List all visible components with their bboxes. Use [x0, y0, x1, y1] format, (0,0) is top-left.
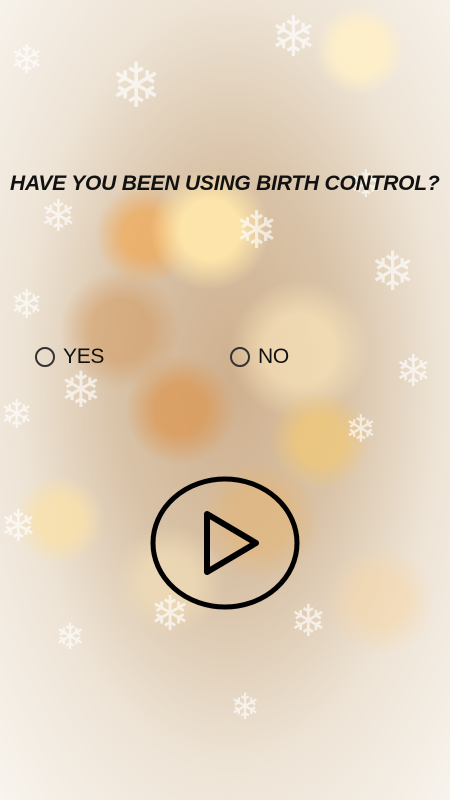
snowflake-icon: ❄	[10, 282, 44, 328]
snowflake-icon: ❄	[60, 361, 102, 419]
snowflake-icon: ❄	[270, 5, 317, 70]
option-no-label: NO	[258, 345, 289, 368]
snowflake-icon: ❄	[110, 49, 162, 122]
radio-yes[interactable]	[35, 347, 55, 367]
snowflake-icon: ❄	[230, 687, 261, 728]
radio-no[interactable]	[230, 347, 250, 367]
option-yes-label: YES	[63, 345, 105, 368]
snowflake-icon: ❄	[345, 407, 377, 451]
snowflake-icon: ❄	[40, 191, 77, 242]
snowflake-icon: ❄	[0, 501, 37, 552]
snowflake-icon: ❄	[370, 240, 416, 303]
option-no[interactable]: NO	[230, 345, 289, 369]
option-yes[interactable]: YES	[35, 345, 104, 369]
snowflake-icon: ❄	[235, 201, 279, 261]
snowflake-icon: ❄	[395, 346, 432, 397]
play-icon	[150, 476, 300, 610]
question-title: HAVE YOU BEEN USING BIRTH CONTROL?	[10, 172, 440, 195]
snowflake-icon: ❄	[10, 37, 44, 83]
snowflake-icon: ❄	[0, 392, 34, 438]
snowflake-icon: ❄	[55, 617, 86, 658]
play-button[interactable]	[150, 476, 300, 610]
